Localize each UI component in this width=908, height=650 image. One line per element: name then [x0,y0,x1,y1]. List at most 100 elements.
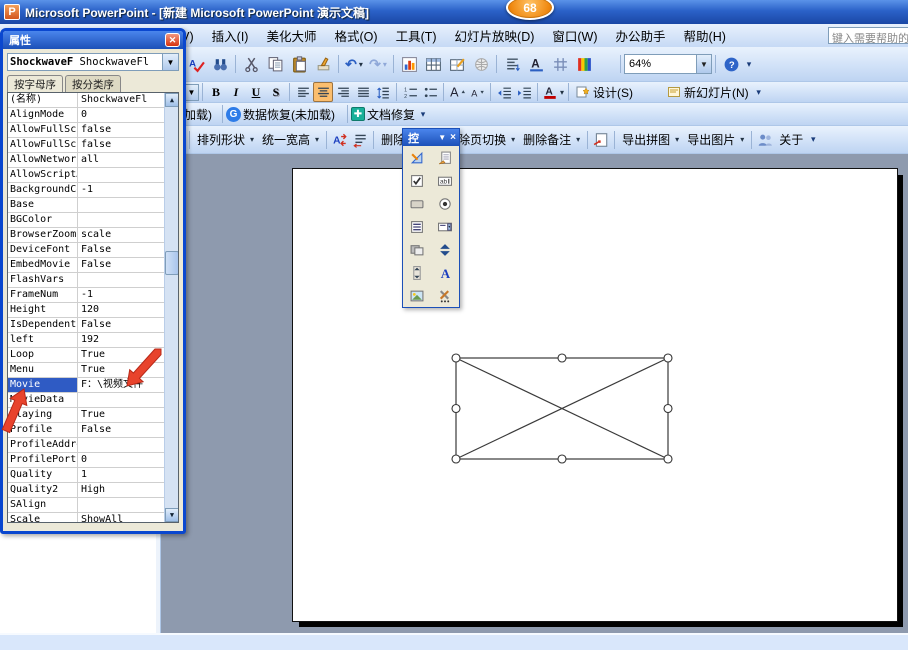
increase-font-icon[interactable]: A [447,82,467,102]
align-right-icon[interactable] [333,82,353,102]
fontsize-dropdown-arrow[interactable]: ▼ [184,83,199,101]
property-row[interactable]: EmbedMovie False [8,258,178,273]
menu-item-4[interactable]: 工具(T) [387,23,446,48]
align-center-icon[interactable] [313,82,333,102]
scrollbar-icon[interactable] [403,261,431,284]
property-row[interactable]: AllowFullScr false [8,123,178,138]
property-name[interactable]: SAlign [8,498,78,512]
property-value[interactable]: -1 [78,288,178,302]
scroll-up-icon[interactable]: ▲ [165,93,178,107]
property-row[interactable]: Base [8,198,178,213]
property-row[interactable]: Profile False [8,423,178,438]
italic-button[interactable]: I [226,83,246,101]
property-value[interactable] [78,168,178,182]
toggle-button-icon[interactable] [403,238,431,261]
help-icon[interactable]: ? [719,52,743,76]
property-row[interactable]: ProfilePort 0 [8,453,178,468]
slide[interactable] [292,168,898,622]
font-replace-icon[interactable]: A [330,130,350,150]
property-row[interactable]: FrameNum -1 [8,288,178,303]
decrease-font-icon[interactable]: A [467,82,487,102]
property-name[interactable]: ProfilePort [8,453,78,467]
export-doc-icon[interactable] [591,130,611,150]
bullet-list-icon[interactable] [420,82,440,102]
property-name[interactable]: Profile [8,423,78,437]
property-value[interactable]: -1 [78,183,178,197]
property-value[interactable] [78,393,178,407]
menu-item-3[interactable]: 格式(O) [326,23,387,48]
toolbox-dropdown-icon[interactable]: ▼ [438,133,446,142]
menu-item-7[interactable]: 办公助手 [607,23,675,48]
property-value[interactable]: all [78,153,178,167]
property-name[interactable]: BGColor [8,213,78,227]
insert-chart-icon[interactable] [397,52,421,76]
property-value[interactable]: High [78,483,178,497]
label-icon[interactable]: A [431,261,459,284]
property-row[interactable]: Quality 1 [8,468,178,483]
flash-object-placeholder[interactable] [451,353,673,465]
property-name[interactable]: Menu [8,363,78,377]
increase-indent-icon[interactable] [514,82,534,102]
copy-icon[interactable] [263,52,287,76]
object-selector[interactable]: ShockwaveF ShockwaveFl ▼ [7,53,179,71]
property-value[interactable] [78,198,178,212]
property-name[interactable]: MovieData [8,393,78,407]
combo-box-icon[interactable] [431,215,459,238]
property-row[interactable]: (名称) ShockwaveFl [8,93,178,108]
property-value[interactable]: false [78,138,178,152]
decrease-indent-icon[interactable] [494,82,514,102]
property-row[interactable]: DeviceFont False [8,243,178,258]
property-value[interactable]: False [78,318,178,332]
design-button[interactable]: 设计(S) [572,83,637,102]
paragraph-merge-icon[interactable] [350,130,370,150]
undo-icon[interactable]: ↶ ▾ [342,52,366,76]
scroll-thumb[interactable] [165,251,178,275]
property-value[interactable]: False [78,258,178,272]
zoom-dropdown-arrow[interactable]: ▼ [696,55,711,73]
unify-size-button[interactable]: 统一宽高 ▾ [258,130,323,149]
property-value[interactable]: ShockwaveFl [78,93,178,107]
property-value[interactable]: 120 [78,303,178,317]
property-name[interactable]: AllowFullScr [8,138,78,152]
property-value[interactable]: 1 [78,468,178,482]
property-name[interactable]: Height [8,303,78,317]
property-name[interactable]: Loop [8,348,78,362]
menu-item-8[interactable]: 帮助(H) [675,23,735,48]
tab-alphabetical[interactable]: 按字母序 [7,75,63,92]
property-name[interactable]: Movie [8,378,78,392]
justify-icon[interactable] [353,82,373,102]
property-value[interactable]: 192 [78,333,178,347]
spellcheck-icon[interactable]: A [184,52,208,76]
toolbar-options-chevron[interactable]: ▾ [417,104,429,124]
option-button-icon[interactable] [431,192,459,215]
property-name[interactable]: AllowFullScr [8,123,78,137]
format-painter-icon[interactable] [311,52,335,76]
property-value[interactable]: ShowAll [78,513,178,522]
underline-button[interactable]: U [246,83,266,101]
delete-notes-button[interactable]: 删除备注 ▾ [519,130,584,149]
property-row[interactable]: Height 120 [8,303,178,318]
shadow-button[interactable]: S [266,83,286,101]
property-row[interactable]: Scale ShowAll [8,513,178,522]
data-recovery-button[interactable]: 数据恢复(未加载) [241,106,337,123]
property-name[interactable]: BrowserZoom [8,228,78,242]
property-value[interactable]: false [78,123,178,137]
property-name[interactable]: EmbedMovie [8,258,78,272]
property-name[interactable]: FlashVars [8,273,78,287]
property-name[interactable]: FrameNum [8,288,78,302]
menu-item-6[interactable]: 窗口(W) [543,23,606,48]
property-value[interactable]: 0 [78,108,178,122]
property-row[interactable]: AllowNetwork all [8,153,178,168]
paste-icon[interactable] [287,52,311,76]
design-mode-icon[interactable] [403,146,431,169]
checkbox-icon[interactable] [403,169,431,192]
textbox-icon[interactable]: ab [431,169,459,192]
character-format-icon[interactable]: A [524,52,548,76]
property-row[interactable]: Menu True [8,363,178,378]
property-row[interactable]: left 192 [8,333,178,348]
spin-button-icon[interactable] [431,238,459,261]
property-value[interactable] [78,438,178,452]
property-row[interactable]: BackgroundCo -1 [8,183,178,198]
toolbox-title-bar[interactable]: 控 ▼ × [403,129,459,146]
property-name[interactable]: Scale [8,513,78,522]
